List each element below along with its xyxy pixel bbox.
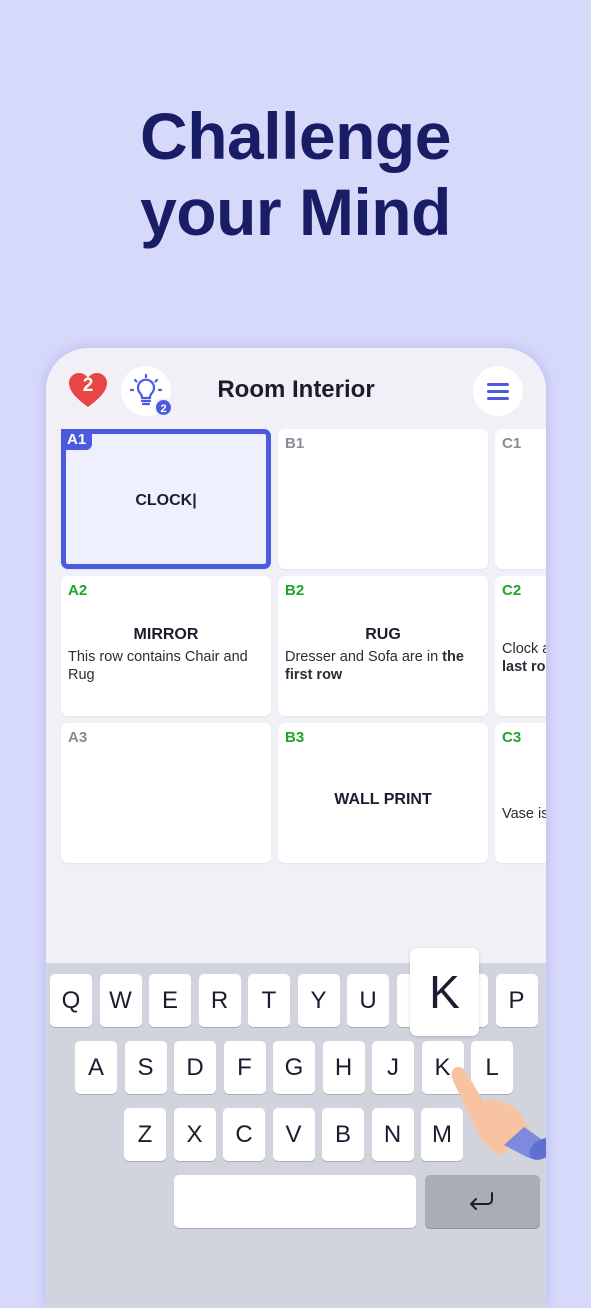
cell-clue: Vase is [502,805,546,823]
key-c[interactable]: C [223,1108,265,1161]
cell-label: C2 [502,582,522,599]
cell-label: B3 [285,729,305,746]
grid-cell-c1[interactable]: C1 [495,429,546,569]
grid-cell-a2[interactable]: A2 MIRROR This row contains Chair and Rug [61,576,271,716]
return-arrow-icon [470,1192,493,1210]
pointing-hand-icon [451,1066,546,1160]
clue-text: This row contains Chair and Rug [68,649,252,683]
enter-key[interactable] [425,1175,540,1228]
cell-label: C3 [502,729,522,746]
key-j[interactable]: J [372,1041,414,1094]
space-key[interactable] [174,1175,416,1228]
grid-cell-b1[interactable]: B1 [278,429,488,569]
cell-label: B1 [285,435,305,452]
cell-label: A2 [68,582,88,599]
key-press-popup: K [410,948,479,1036]
key-s[interactable]: S [124,1041,167,1094]
clue-text: Dresser and Sofa are in [285,649,443,665]
cell-label: A3 [68,729,88,746]
cell-answer: MIRROR [133,626,199,643]
grid-cell-b3[interactable]: B3 WALL PRINT [278,723,488,863]
phone-frame: 2 2 Room Interior A1 CLOCK| B1 C1 A2 MIRROR Th… [46,348,546,1308]
page-title: Room Interior [217,376,375,403]
key-t[interactable]: T [248,974,290,1027]
cell-answer: WALL PRINT [334,791,432,808]
key-x[interactable]: X [173,1108,216,1161]
key-n[interactable]: N [371,1108,414,1161]
clue-text: Vase is [502,806,546,822]
key-p[interactable]: P [495,974,538,1027]
grid-cell-a3[interactable]: A3 [61,723,271,863]
key-f[interactable]: F [223,1041,266,1094]
headline-line-2: your Mind [140,175,451,249]
cell-clue: This row contains Chair and Rug [68,648,263,684]
key-e[interactable]: E [149,974,191,1027]
cell-clue: Clock asame c last ro [502,640,546,676]
cell-label: B2 [285,582,305,599]
key-d[interactable]: D [174,1041,216,1094]
cell-answer: RUG [365,626,401,643]
key-q[interactable]: Q [50,974,92,1027]
key-h[interactable]: H [322,1041,365,1094]
menu-button[interactable] [473,366,523,416]
key-r[interactable]: R [198,974,241,1027]
headline-line-1: Challenge [140,99,451,173]
grid-cell-a1[interactable]: A1 CLOCK| [61,429,271,569]
cell-answer: CLOCK| [135,492,197,509]
grid-cell-b2[interactable]: B2 RUG Dresser and Sofa are in the first r… [278,576,488,716]
key-v[interactable]: V [272,1108,315,1161]
key-g[interactable]: G [273,1041,315,1094]
grid-cell-c3[interactable]: C3 Vase is [495,723,546,863]
key-u[interactable]: U [347,974,389,1027]
key-z[interactable]: Z [124,1108,166,1161]
cell-label: C1 [502,435,522,452]
grid-cell-c2[interactable]: C2 Clock asame c last ro [495,576,546,716]
key-y[interactable]: Y [297,974,340,1027]
cell-clue: Dresser and Sofa are in the first row [285,648,480,684]
clue-text: Clock a [502,641,546,657]
keyboard: QWERTYUIOPASDFGHJKLZXCVBNM K [46,948,546,1308]
key-b[interactable]: B [322,1108,364,1161]
key-w[interactable]: W [99,974,142,1027]
cell-label: A1 [61,429,93,450]
key-a[interactable]: A [75,1041,117,1094]
headline: Challenge your Mind [0,98,591,250]
